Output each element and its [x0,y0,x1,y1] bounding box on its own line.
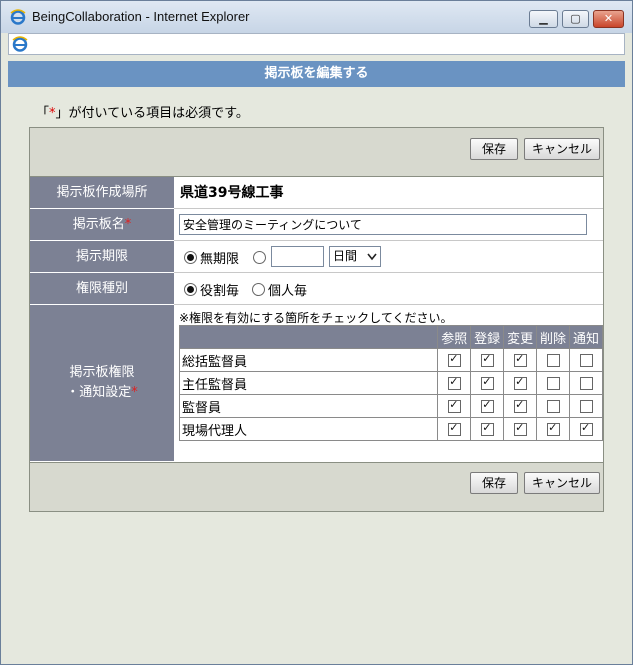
period-label: 掲示期限 [30,241,174,273]
days-radio[interactable] [253,251,266,264]
address-bar[interactable] [8,33,625,55]
table-row: 監督員 [178,394,603,418]
col-register: 登録 [470,325,505,349]
note-prefix: 「 [36,106,50,121]
by-role-radio[interactable] [184,283,197,296]
col-view: 参照 [437,325,472,349]
period-unit-select[interactable]: 日間 [329,246,381,267]
role-label: 主任監督員 [178,371,439,395]
permission-checkbox[interactable] [514,421,528,436]
name-label: 掲示板名* [30,209,174,241]
save-button-bottom[interactable]: 保存 [470,472,518,494]
permission-checkbox[interactable] [448,375,462,390]
form-panel: 保存 キャンセル 掲示板作成場所 県道39号線工事 掲示板名* 掲示期限 無期限… [29,127,604,512]
unlimited-label: 無期限 [200,252,240,267]
col-notify: 通知 [569,325,603,349]
permission-checkbox[interactable] [580,377,594,390]
permission-required-mark: * [131,385,138,400]
permission-checkbox[interactable] [514,352,528,367]
table-row: 総括監督員 [178,348,603,372]
permission-checkbox[interactable] [481,375,495,390]
permission-checkbox[interactable] [547,377,561,390]
minimize-button[interactable]: ▁ [529,10,558,28]
role-label: 総括監督員 [178,348,439,372]
chevron-down-icon [367,253,377,261]
table-row: 現場代理人 [178,417,603,441]
by-person-label: 個人毎 [268,284,308,299]
permission-checkbox[interactable] [580,354,594,367]
location-value: 県道39号線工事 [174,177,603,209]
maximize-icon: ▢ [570,12,581,25]
permission-checkbox[interactable] [547,421,561,436]
window-title: BeingCollaboration - Internet Explorer [32,9,250,24]
permission-hint: ※権限を有効にする箇所をチェックしてください。 [179,311,453,325]
days-input[interactable] [271,246,324,267]
name-required-mark: * [124,217,132,232]
permission-checkbox[interactable] [481,398,495,413]
permission-checkbox[interactable] [514,375,528,390]
required-note: 「*」が付いている項目は必須です。 [36,102,249,121]
form-area: 掲示板作成場所 県道39号線工事 掲示板名* 掲示期限 無期限 日間 権限種別 [30,176,603,463]
name-label-text: 掲示板名 [72,217,125,232]
table-row: 主任監督員 [178,371,603,395]
permission-label-line1: 掲示板権限 [69,365,135,380]
title-bar: BeingCollaboration - Internet Explorer ▁… [1,1,632,33]
board-name-input[interactable] [179,214,587,235]
permission-header-row: 参照 登録 変更 削除 通知 [178,325,603,349]
role-label: 監督員 [178,394,439,418]
permission-label: 掲示板権限 ・通知設定* [30,305,174,462]
browser-window: BeingCollaboration - Internet Explorer ▁… [0,0,633,665]
auth-type-label: 権限種別 [30,273,174,305]
unlimited-radio[interactable] [184,251,197,264]
permission-header-blank [178,325,439,349]
name-row [174,209,603,241]
permission-label-line2: ・通知設定 [66,385,132,400]
permission-checkbox[interactable] [481,352,495,367]
minimize-icon: ▁ [539,12,548,25]
permission-checkbox[interactable] [448,398,462,413]
auth-type-row: 役割毎 個人毎 [174,273,603,305]
by-role-label: 役割毎 [200,284,240,299]
note-suffix: 」が付いている項目は必須です。 [55,106,249,121]
page-header: 掲示板を編集する [8,61,625,87]
period-row: 無期限 日間 [174,241,603,273]
permission-checkbox[interactable] [547,354,561,367]
location-label: 掲示板作成場所 [30,177,174,209]
internet-explorer-icon [10,9,26,25]
permission-checkbox[interactable] [580,400,594,413]
permission-checkbox[interactable] [448,352,462,367]
col-modify: 変更 [503,325,538,349]
cancel-button-bottom[interactable]: キャンセル [524,472,600,494]
by-person-radio[interactable] [252,283,265,296]
permission-table: 参照 登録 変更 削除 通知 総括監督員 主任監督員 [178,325,603,441]
permission-checkbox[interactable] [481,421,495,436]
period-unit-value: 日間 [333,249,358,263]
permission-checkbox[interactable] [514,398,528,413]
close-icon: ✕ [603,12,614,25]
permission-checkbox[interactable] [580,421,594,436]
permission-checkbox[interactable] [448,421,462,436]
close-button[interactable]: ✕ [593,10,624,28]
cancel-button-top[interactable]: キャンセル [524,138,600,160]
save-button-top[interactable]: 保存 [470,138,518,160]
role-label: 現場代理人 [178,417,439,441]
page-icon [12,36,28,52]
col-delete: 削除 [536,325,571,349]
permission-checkbox[interactable] [547,400,561,413]
maximize-button[interactable]: ▢ [562,10,589,28]
